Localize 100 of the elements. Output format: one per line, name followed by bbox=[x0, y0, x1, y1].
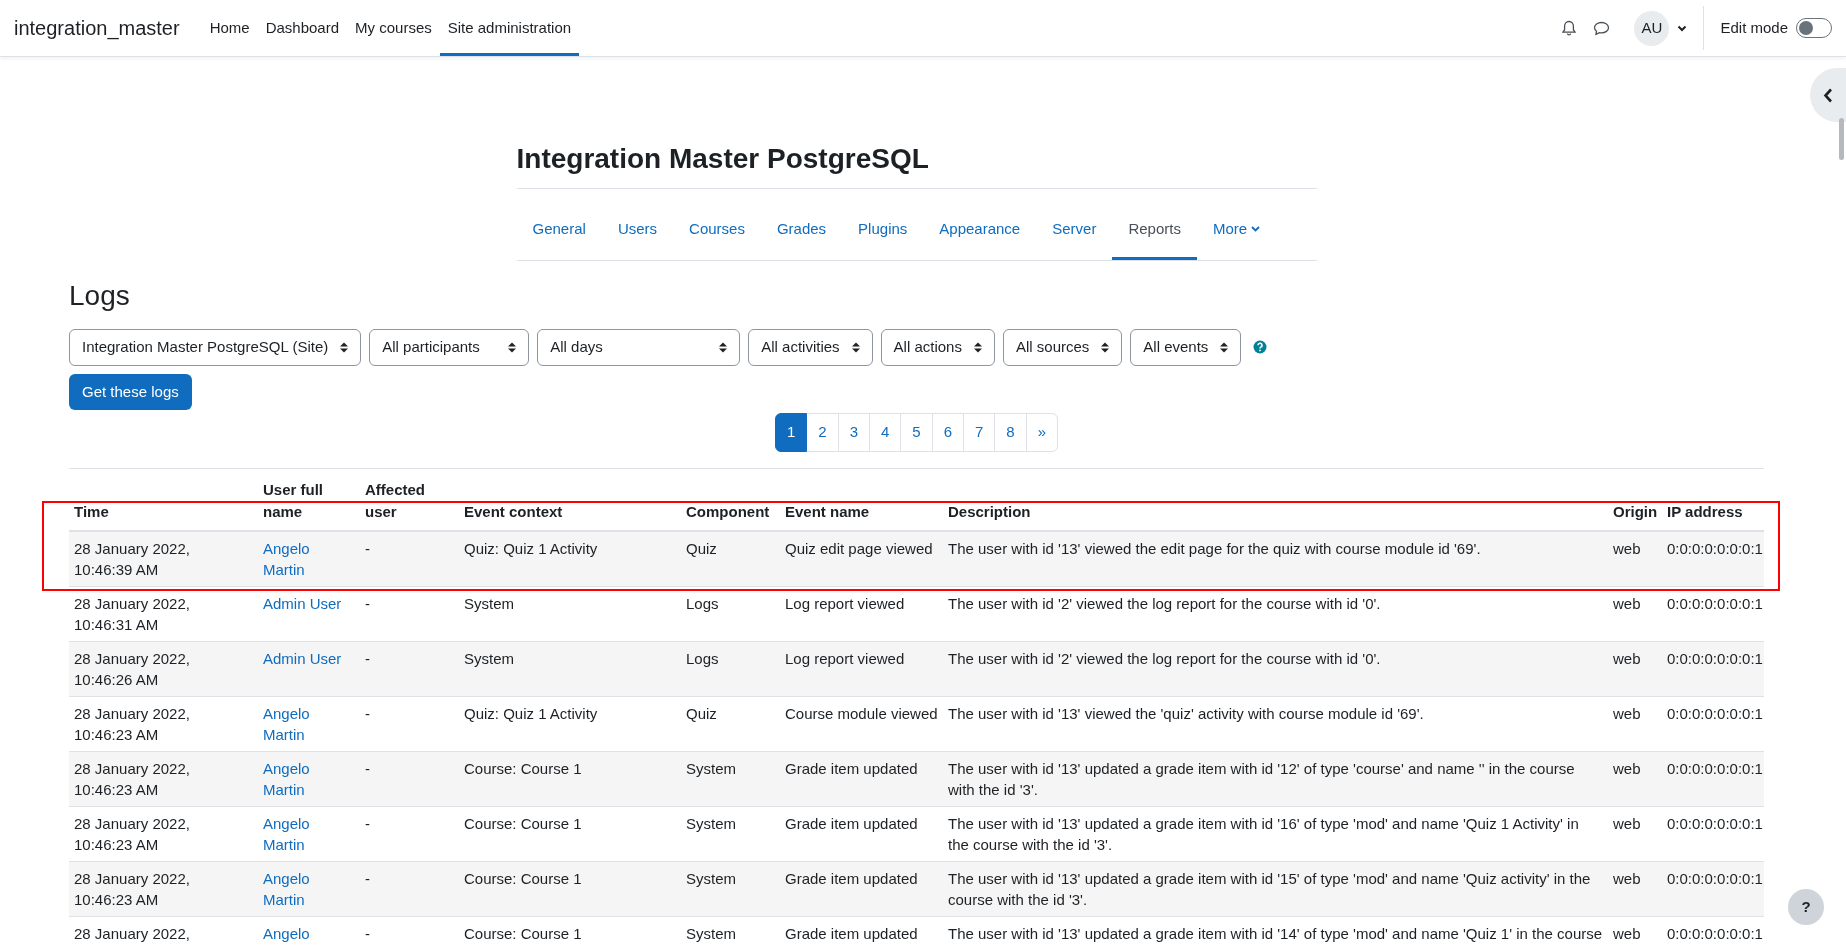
select-field[interactable]: All events bbox=[1130, 328, 1242, 366]
table-cell: Quiz bbox=[681, 530, 780, 587]
column-header: Origin bbox=[1608, 478, 1662, 531]
table-cell: - bbox=[360, 806, 459, 862]
nav-link[interactable]: Dashboard bbox=[257, 0, 348, 56]
select-field[interactable]: All actions bbox=[880, 328, 995, 366]
table-cell: The user with id '13' viewed the 'quiz' activity with course module id '69'. bbox=[943, 696, 1608, 752]
table-cell: web bbox=[1608, 861, 1662, 917]
sort-arrows-icon bbox=[719, 341, 728, 353]
column-header: Affected user bbox=[360, 478, 459, 531]
speech-bubble-icon[interactable] bbox=[1593, 20, 1611, 36]
nav-link[interactable]: Site administration bbox=[439, 0, 580, 56]
table-cell: Quiz bbox=[681, 696, 780, 752]
event-name-link[interactable]: Log report viewed bbox=[785, 592, 938, 614]
sort-arrows-icon bbox=[1101, 341, 1110, 353]
table-cell: web bbox=[1608, 641, 1662, 697]
secondary-tab[interactable]: Users bbox=[601, 200, 674, 261]
table-cell-text: 28 January 2022, 10:46:23 AM bbox=[74, 703, 191, 745]
sort-arrows-icon bbox=[973, 341, 982, 353]
table-cell-text: 28 January 2022, 10:46:23 AM bbox=[74, 868, 191, 910]
user-link[interactable]: Angelo Martin bbox=[263, 702, 347, 745]
event-context-link[interactable]: System bbox=[464, 592, 676, 614]
secondary-tab[interactable]: More bbox=[1196, 200, 1277, 261]
page-link[interactable]: 5 bbox=[900, 413, 933, 452]
page-link[interactable]: » bbox=[1025, 413, 1059, 452]
page-link[interactable]: 7 bbox=[963, 413, 996, 452]
column-header: Event name bbox=[780, 478, 943, 531]
help-button[interactable]: ? bbox=[1788, 889, 1824, 925]
event-context-link[interactable]: Course: Course 1 bbox=[464, 922, 676, 944]
table-cell: The user with id '13' updated a grade item with id '16' of type 'mod' and name 'Quiz 1 Activity' in the course with the id '3'. bbox=[943, 806, 1608, 862]
table-cell-text: 28 January 2022, 10:46:31 AM bbox=[74, 593, 191, 635]
table-cell: The user with id '13' updated a grade item with id '15' of type 'mod' and name 'Quiz activity' in the course with the id '3'. bbox=[943, 861, 1608, 917]
edit-mode-switch[interactable] bbox=[1796, 18, 1832, 38]
event-context-link[interactable]: Course: Course 1 bbox=[464, 812, 676, 834]
user-link[interactable]: Angelo Martin bbox=[263, 812, 347, 855]
table-cell: web bbox=[1608, 696, 1662, 752]
column-header: Description bbox=[943, 478, 1608, 531]
secondary-tab[interactable]: Server bbox=[1036, 200, 1113, 261]
help-icon[interactable] bbox=[1253, 340, 1268, 355]
secondary-tab[interactable]: Courses bbox=[673, 200, 761, 261]
table-cell: web bbox=[1608, 806, 1662, 862]
table-cell: - bbox=[360, 696, 459, 752]
page-link[interactable]: 3 bbox=[837, 413, 870, 452]
sort-arrows-icon bbox=[340, 341, 349, 353]
column-header: Event context bbox=[459, 478, 681, 531]
secondary-tab[interactable]: Plugins bbox=[842, 200, 924, 261]
user-avatar[interactable]: AU bbox=[1634, 10, 1670, 46]
secondary-tab[interactable]: Reports bbox=[1112, 200, 1197, 261]
table-cell: - bbox=[360, 530, 459, 587]
event-context-link[interactable]: Quiz: Quiz 1 Activity bbox=[464, 702, 676, 724]
select-field[interactable]: All days bbox=[537, 328, 741, 366]
nav-link[interactable]: Home bbox=[201, 0, 258, 56]
bell-icon[interactable] bbox=[1561, 19, 1578, 37]
table-cell: The user with id '13' updated a grade item with id '12' of type 'course' and name '' in the course with the id '3'. bbox=[943, 751, 1608, 807]
user-link[interactable]: Admin User bbox=[263, 592, 347, 614]
select-field[interactable]: All sources bbox=[1002, 328, 1123, 366]
table-cell: System bbox=[681, 916, 780, 945]
table-cell: web bbox=[1608, 530, 1662, 587]
user-link[interactable]: Angelo bbox=[263, 922, 347, 944]
sort-arrows-icon bbox=[1220, 341, 1229, 353]
section-heading: Logs bbox=[69, 279, 131, 313]
sort-arrows-icon bbox=[508, 341, 517, 353]
select-field[interactable]: All participants bbox=[369, 328, 530, 366]
nav-link[interactable]: My courses bbox=[347, 0, 440, 56]
table-cell: - bbox=[360, 916, 459, 945]
column-header: IP address bbox=[1662, 478, 1764, 531]
site-name-link[interactable]: integration_master bbox=[14, 13, 180, 43]
scrollbar-thumb[interactable] bbox=[1839, 118, 1844, 160]
column-header: Time bbox=[69, 478, 258, 531]
chevron-left-icon bbox=[1823, 87, 1833, 103]
page-link[interactable]: 8 bbox=[994, 413, 1027, 452]
table-cell: - bbox=[360, 751, 459, 807]
table-cell-text: 28 January 2022, bbox=[74, 923, 191, 944]
table-cell: System bbox=[681, 806, 780, 862]
table-cell: The user with id '13' updated a grade item with id '14' of type 'mod' and name 'Quiz 1' in the course bbox=[943, 916, 1608, 945]
select-field[interactable]: All activities bbox=[748, 328, 873, 366]
table-cell: - bbox=[360, 861, 459, 917]
event-name-link[interactable]: Course module viewed bbox=[785, 702, 938, 724]
drawer-toggle[interactable] bbox=[1810, 68, 1846, 122]
sort-arrows-icon bbox=[851, 341, 860, 353]
caret-icon[interactable] bbox=[1677, 24, 1688, 32]
page-link[interactable]: 2 bbox=[806, 413, 839, 452]
event-name-link[interactable]: Grade item updated bbox=[785, 922, 938, 944]
column-header: Component bbox=[681, 478, 780, 531]
table-cell: Logs bbox=[681, 641, 780, 697]
secondary-tab[interactable]: Appearance bbox=[923, 200, 1037, 261]
event-name-link[interactable]: Grade item updated bbox=[785, 812, 938, 834]
column-header: User full name bbox=[258, 478, 360, 531]
page-link[interactable]: 1 bbox=[774, 413, 808, 452]
table-cell: - bbox=[360, 641, 459, 697]
get-logs-button[interactable]: Get these logs bbox=[69, 373, 192, 411]
select-field[interactable]: Integration Master PostgreSQL (Site) bbox=[69, 328, 362, 366]
table-cell: The user with id '13' viewed the edit page for the quiz with course module id '69'. bbox=[943, 530, 1608, 587]
table-cell: System bbox=[681, 751, 780, 807]
table-cell-text: 28 January 2022, 10:46:23 AM bbox=[74, 758, 191, 800]
table-cell: web bbox=[1608, 916, 1662, 945]
table-cell: The user with id '2' viewed the log report for the course with id '0'. bbox=[943, 641, 1608, 697]
table-cell-text: 28 January 2022, 10:46:23 AM bbox=[74, 813, 191, 855]
secondary-tab[interactable]: Grades bbox=[760, 200, 843, 261]
secondary-tab[interactable]: General bbox=[516, 200, 602, 261]
